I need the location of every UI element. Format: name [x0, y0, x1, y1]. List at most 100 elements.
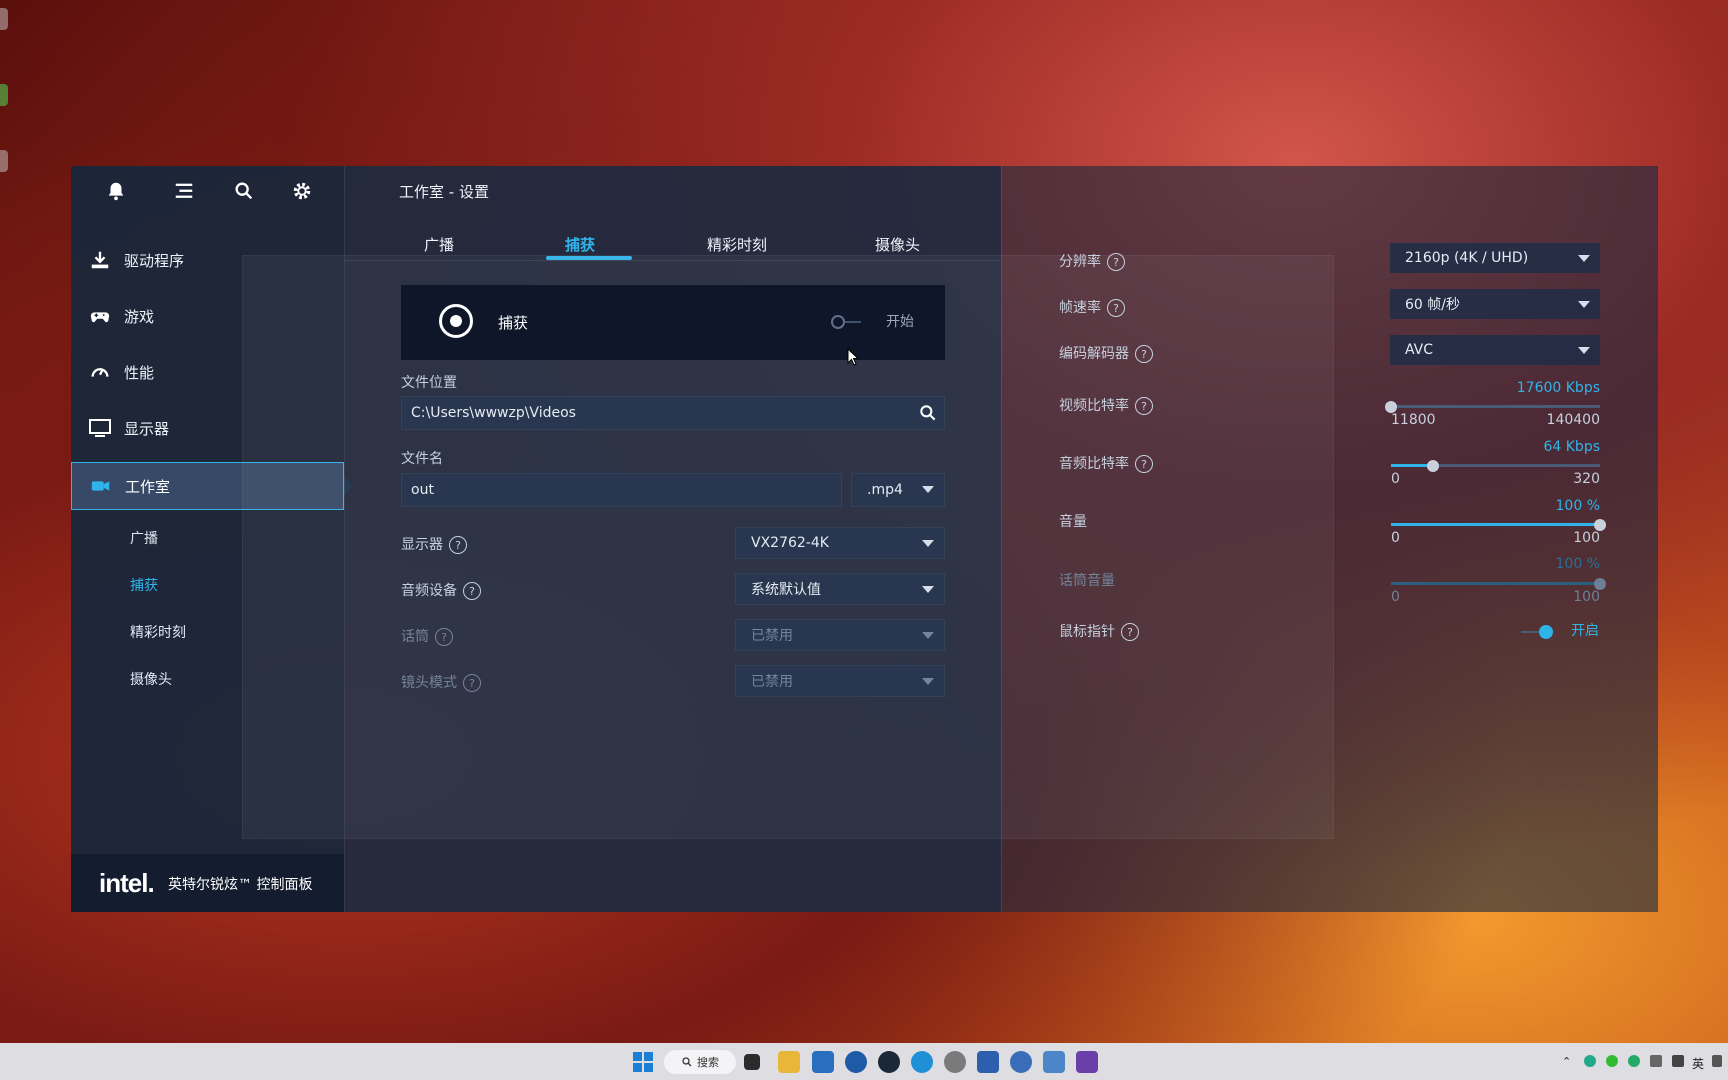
visual-studio-icon[interactable]	[1076, 1051, 1098, 1073]
video-bitrate-label: 视频比特率?	[1059, 395, 1153, 415]
audio-device-value: 系统默认值	[751, 582, 821, 598]
volume-fill	[1391, 523, 1600, 526]
brand-footer: intel. 英特尔锐炫™ 控制面板	[71, 854, 344, 912]
gamepad-icon	[87, 303, 113, 329]
taskbar-search-button[interactable]: 搜索	[664, 1050, 736, 1074]
desktop-icon[interactable]	[0, 84, 8, 106]
codec-select[interactable]: AVC	[1390, 335, 1600, 365]
desktop-icon[interactable]	[0, 8, 8, 30]
steam-icon[interactable]	[878, 1051, 900, 1073]
help-icon[interactable]: ?	[1107, 253, 1125, 271]
mic-volume-fill	[1391, 582, 1600, 585]
sidebar-subitem-highlights[interactable]: 精彩时刻	[130, 622, 186, 642]
microphone-label: 话筒?	[401, 626, 453, 646]
file-name-input[interactable]: out	[401, 473, 842, 507]
mirror-mode-label: 镜头模式?	[401, 672, 481, 692]
tray-app-icon[interactable]	[1584, 1055, 1596, 1067]
tab-camera[interactable]: 摄像头	[875, 234, 920, 255]
network-icon[interactable]	[1712, 1055, 1722, 1067]
app-icon[interactable]	[1043, 1051, 1065, 1073]
intel-control-panel-window: 驱动程序 游戏 性能 显示器 工作室 广播 捕获 精彩时刻 摄像头 intel.…	[71, 166, 1658, 912]
app-icon[interactable]	[944, 1051, 966, 1073]
file-location-label: 文件位置	[401, 375, 457, 391]
help-icon[interactable]: ?	[1135, 397, 1153, 415]
audio-device-select[interactable]: 系统默认值	[735, 573, 945, 605]
sidebar-item-drivers[interactable]: 驱动程序	[71, 237, 344, 283]
mic-volume-max: 100	[1573, 589, 1600, 605]
help-icon[interactable]: ?	[1121, 623, 1139, 641]
tab-capture[interactable]: 捕获	[565, 234, 595, 255]
monitor-icon	[87, 415, 113, 441]
intel-logo: intel.	[99, 868, 155, 898]
help-icon[interactable]: ?	[1107, 299, 1125, 317]
volume-value: 100 %	[1555, 498, 1600, 514]
audio-bitrate-max: 320	[1573, 471, 1600, 487]
menu-icon[interactable]	[171, 178, 197, 204]
chevron-down-icon	[1578, 255, 1590, 262]
audio-bitrate-value: 64 Kbps	[1543, 439, 1600, 455]
tab-broadcast[interactable]: 广播	[424, 234, 454, 255]
mail-icon[interactable]	[812, 1051, 834, 1073]
toggle-knob	[1539, 625, 1553, 639]
sidebar-item-studio[interactable]: 工作室	[71, 462, 352, 510]
bell-icon[interactable]	[103, 178, 129, 204]
file-location-input[interactable]: C:\Users\wwwzp\Videos	[401, 396, 945, 430]
sidebar-item-label: 驱动程序	[124, 251, 185, 270]
file-extension-select[interactable]: .mp4	[851, 473, 945, 507]
download-icon	[87, 247, 113, 273]
desktop-icon[interactable]	[0, 150, 8, 172]
tray-app-icon[interactable]	[1606, 1055, 1618, 1067]
chevron-down-icon	[1578, 347, 1590, 354]
help-icon[interactable]: ?	[1135, 455, 1153, 473]
edge-icon[interactable]	[911, 1051, 933, 1073]
browse-search-icon[interactable]	[918, 403, 938, 427]
search-icon	[682, 1057, 692, 1067]
mouse-pointer-label: 鼠标指针?	[1059, 621, 1139, 641]
app-icon[interactable]	[845, 1051, 867, 1073]
tray-app-icon[interactable]	[1628, 1055, 1640, 1067]
sidebar-item-display[interactable]: 显示器	[71, 405, 344, 451]
sidebar-item-games[interactable]: 游戏	[71, 293, 344, 339]
tray-chevron-icon[interactable]: ⌃	[1562, 1055, 1571, 1068]
tab-underline	[546, 256, 632, 260]
sidebar-subitem-broadcast[interactable]: 广播	[130, 528, 158, 548]
windows-start-icon[interactable]	[632, 1051, 654, 1073]
display-select[interactable]: VX2762-4K	[735, 527, 945, 559]
tray-app-icon[interactable]	[1650, 1055, 1662, 1067]
record-icon	[450, 315, 462, 327]
chevron-down-icon	[1578, 301, 1590, 308]
record-button[interactable]	[439, 304, 473, 338]
tray-app-icon[interactable]	[1672, 1055, 1684, 1067]
audio-bitrate-slider[interactable]	[1427, 460, 1439, 472]
sidebar-subitem-capture[interactable]: 捕获	[130, 575, 158, 595]
tab-bar: 广播 捕获 精彩时刻 摄像头	[344, 216, 1000, 261]
help-icon[interactable]: ?	[1135, 345, 1153, 363]
tab-highlights[interactable]: 精彩时刻	[707, 234, 767, 255]
mouse-pointer-toggle[interactable]	[1521, 625, 1553, 639]
chevron-down-icon	[922, 540, 934, 547]
chevron-down-icon	[922, 586, 934, 593]
volume-max: 100	[1573, 530, 1600, 546]
file-extension-value: .mp4	[867, 482, 903, 498]
audio-device-label: 音频设备?	[401, 580, 481, 600]
framerate-select[interactable]: 60 帧/秒	[1390, 289, 1600, 319]
help-icon[interactable]: ?	[449, 536, 467, 554]
resolution-select[interactable]: 2160p (4K / UHD)	[1390, 243, 1600, 273]
sidebar-item-label: 显示器	[124, 419, 170, 438]
file-name-value: out	[411, 482, 434, 498]
sidebar-subitem-camera[interactable]: 摄像头	[130, 669, 172, 689]
gear-icon[interactable]	[289, 178, 315, 204]
video-bitrate-max: 140400	[1546, 412, 1600, 428]
app-icon[interactable]	[1010, 1051, 1032, 1073]
task-view-icon[interactable]	[744, 1054, 760, 1070]
codec-label: 编码解码器?	[1059, 343, 1153, 363]
help-icon[interactable]: ?	[463, 582, 481, 600]
app-icon[interactable]	[977, 1051, 999, 1073]
framerate-value: 60 帧/秒	[1405, 297, 1460, 313]
search-icon[interactable]	[231, 178, 257, 204]
sidebar-item-performance[interactable]: 性能	[71, 349, 344, 395]
start-toggle[interactable]	[831, 314, 861, 329]
sidebar-item-label: 游戏	[124, 307, 155, 326]
ime-indicator[interactable]: 英	[1692, 1055, 1704, 1072]
file-explorer-icon[interactable]	[778, 1051, 800, 1073]
